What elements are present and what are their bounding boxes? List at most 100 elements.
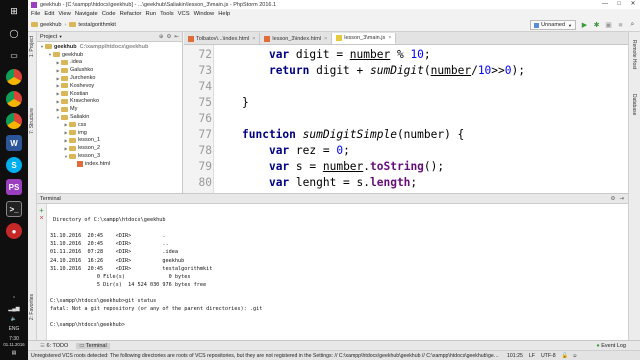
coverage-icon[interactable]: ▣: [604, 21, 613, 30]
taskbar-app-skype[interactable]: S: [0, 154, 28, 176]
project-view-select[interactable]: Project ▼: [40, 34, 63, 40]
taskbar-app-chrome-2[interactable]: [0, 88, 28, 110]
project-panel: Project ▼ ⊕ ⚙ ⇤ ▼ geekhub C:\xampp\htdocs\…: [37, 32, 183, 193]
lock-icon[interactable]: 🔓: [562, 353, 568, 359]
folder-icon: [61, 59, 68, 65]
tree-item-label: lesson_2: [78, 145, 101, 152]
settings-gear-icon[interactable]: ⚙: [166, 34, 171, 40]
tool-tab-project[interactable]: 1: Project: [29, 36, 35, 57]
chrome-icon: [6, 69, 22, 85]
volume-icon[interactable]: 🔈: [11, 316, 17, 322]
tree-item[interactable]: ▶ Koshevoy: [37, 82, 182, 90]
hide-panel-icon[interactable]: ⇥: [619, 196, 624, 202]
folder-icon: [31, 22, 38, 27]
taskbar-app-phpstorm[interactable]: PS: [0, 176, 28, 198]
hector-icon[interactable]: ☺: [572, 353, 577, 359]
editor-tab-bar: Tolbatov\...\index.html × lesson_3\index.…: [184, 32, 628, 45]
minimize-button[interactable]: —: [598, 0, 612, 9]
tree-item[interactable]: index.html: [37, 160, 182, 168]
tool-tab-database[interactable]: Database: [631, 94, 637, 115]
network-icon[interactable]: ▂▄▆: [8, 306, 19, 312]
stop-icon[interactable]: ■: [616, 21, 625, 30]
event-log-icon: ●: [596, 342, 600, 349]
hide-panel-icon[interactable]: ⇤: [174, 34, 179, 40]
tree-item[interactable]: ▶ css: [37, 121, 182, 129]
menu-help[interactable]: Help: [218, 11, 230, 17]
menu-edit[interactable]: Edit: [44, 11, 54, 17]
start-windows-icon[interactable]: ⊞: [0, 0, 28, 22]
close-icon[interactable]: ×: [388, 35, 391, 41]
tree-item[interactable]: ▼ geekhub C:\xampp\htdocs\geekhub: [37, 43, 182, 51]
tray-up-icon[interactable]: ⌃: [12, 296, 16, 302]
line-separator[interactable]: LF: [529, 353, 535, 359]
clock-date[interactable]: 01.11.2016: [3, 342, 24, 347]
maximize-button[interactable]: □: [612, 0, 626, 9]
taskbar-app-chrome[interactable]: [0, 66, 28, 88]
taskbar-app-word[interactable]: W: [0, 132, 28, 154]
tree-item[interactable]: ▶ Kostian: [37, 90, 182, 98]
menu-run[interactable]: Run: [145, 11, 156, 17]
search-everywhere-icon[interactable]: ⌕: [628, 21, 637, 30]
file-encoding[interactable]: UTF-8: [541, 353, 556, 359]
tool-tab-terminal[interactable]: ▭ Terminal: [76, 342, 110, 349]
sync-icon[interactable]: ⊕: [159, 34, 164, 40]
close-icon[interactable]: ×: [324, 36, 327, 42]
debug-icon[interactable]: ✱: [592, 21, 601, 30]
menu-file[interactable]: File: [31, 11, 40, 17]
menu-view[interactable]: View: [58, 11, 70, 17]
tree-item[interactable]: ▶ lesson_1: [37, 137, 182, 145]
tree-item-label: Galushko: [70, 67, 94, 74]
tool-tab-todo[interactable]: ☰ 6: TODO: [40, 343, 68, 349]
breadcrumb-root[interactable]: geekhub: [31, 22, 61, 28]
tool-tab-remote-host[interactable]: Remote Host: [631, 40, 637, 69]
tool-tab-event-log[interactable]: ● Event Log: [596, 343, 626, 349]
tool-tab-favorites[interactable]: 2: Favorites: [29, 294, 35, 320]
tool-tab-structure[interactable]: 7: Structure: [29, 108, 35, 134]
caret-position[interactable]: 101:25: [507, 353, 523, 359]
menu-navigate[interactable]: Navigate: [75, 11, 98, 17]
language-indicator[interactable]: ENG: [9, 326, 20, 332]
tree-item[interactable]: ▶ Galushko: [37, 66, 182, 74]
run-config-select[interactable]: Unnamed ▼: [530, 20, 576, 30]
tree-item-label: My: [70, 106, 78, 113]
terminal-output[interactable]: Directory of C:\xampp\htdocs\geekhub 31.1…: [50, 208, 625, 340]
taskbar-app-terminal[interactable]: >_: [0, 198, 28, 220]
editor-tab[interactable]: lesson_3\index.html ×: [260, 33, 333, 44]
tree-item[interactable]: ▶ Kravchenko: [37, 98, 182, 106]
terminal-line: 31.10.2016 20:45 <DIR> testalgorithmkit: [50, 265, 213, 272]
task-view-icon[interactable]: ▭: [0, 44, 28, 66]
search-icon[interactable]: ◯: [0, 22, 28, 44]
editor-tab-active[interactable]: lesson_3\main.js ×: [332, 33, 397, 44]
new-session-icon[interactable]: +: [37, 206, 46, 215]
tree-item[interactable]: ▼ geekhub: [37, 51, 182, 59]
menu-tools[interactable]: Tools: [160, 11, 174, 17]
tree-item-label: lesson_3: [78, 153, 101, 160]
tree-item[interactable]: ▼ lesson_3: [37, 152, 182, 160]
code-editor[interactable]: 72 var digit = number % 10; 73 return di…: [184, 45, 628, 193]
tree-item[interactable]: ▶ My: [37, 105, 182, 113]
status-message[interactable]: Unregistered VCS roots detected: The fol…: [31, 353, 501, 359]
menu-refactor[interactable]: Refactor: [120, 11, 142, 17]
tree-item[interactable]: ▶ Jurchenko: [37, 74, 182, 82]
tree-item[interactable]: ▶ .idea: [37, 59, 182, 67]
menu-vcs[interactable]: VCS: [178, 11, 190, 17]
html-file-icon: [264, 35, 271, 42]
taskbar-app-chrome-3[interactable]: [0, 110, 28, 132]
menu-window[interactable]: Window: [194, 11, 215, 17]
run-icon[interactable]: ▶: [580, 21, 589, 30]
close-session-icon[interactable]: ×: [37, 215, 46, 222]
tree-item[interactable]: ▶ lesson_2: [37, 144, 182, 152]
code-line: 78 var rez = 0;: [184, 143, 628, 159]
menu-code[interactable]: Code: [102, 11, 116, 17]
breadcrumb-item[interactable]: testalgorithmkit: [69, 22, 116, 28]
code-line: 76: [184, 111, 628, 127]
taskbar-app-red[interactable]: ●: [0, 220, 28, 242]
tree-item[interactable]: ▶ img: [37, 129, 182, 137]
tree-item[interactable]: ▼ Saliakin: [37, 113, 182, 121]
settings-gear-icon[interactable]: ⚙: [610, 196, 615, 202]
editor-tab[interactable]: Tolbatov\...\index.html ×: [184, 33, 261, 44]
close-button[interactable]: ✕: [626, 0, 640, 9]
notifications-icon[interactable]: ▤: [12, 350, 17, 356]
close-icon[interactable]: ×: [252, 36, 255, 42]
